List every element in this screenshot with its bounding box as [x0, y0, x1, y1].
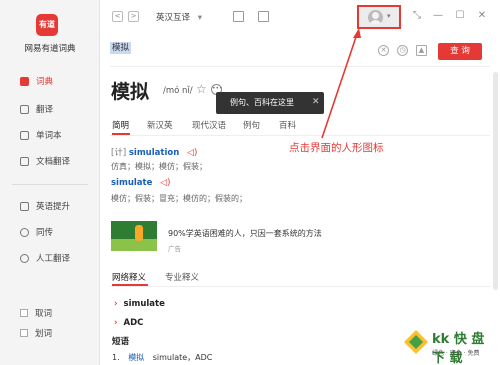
ad-text[interactable]: 90%学英语困难的人，只因一套系统的方法	[168, 228, 322, 239]
list-item-label: ADC	[123, 318, 144, 328]
list-item-label: simulate	[123, 299, 165, 309]
phrases-heading: 短语	[112, 337, 130, 347]
ad-label: 广告	[168, 245, 181, 253]
watermark: kk 快 盘 下 载 绿色 · 安全 · 免费	[402, 324, 498, 365]
annotation-arrow	[321, 28, 361, 139]
watermark-brand: kk 快 盘 下 载	[432, 332, 485, 365]
tab-professional-definitions[interactable]: 专业释义	[165, 271, 199, 283]
list-item[interactable]: › ADC	[114, 318, 143, 328]
chevron-right-icon: ›	[114, 318, 118, 328]
annotation-text: 点击界面的人形图标	[289, 142, 384, 154]
phrase-index: 1.	[112, 353, 120, 362]
ad-image[interactable]	[111, 221, 157, 251]
phrase-link[interactable]: 模拟	[128, 353, 144, 362]
divider	[110, 286, 490, 287]
tab-web-definitions[interactable]: 网络释义	[112, 271, 146, 283]
list-item[interactable]: › simulate	[114, 299, 165, 309]
chevron-right-icon: ›	[114, 299, 118, 309]
phrase-translation: simulate，ADC	[152, 353, 213, 362]
phrase-row: 1. 模拟 simulate，ADC	[112, 352, 212, 363]
watermark-logo-icon	[404, 330, 428, 354]
scrollbar[interactable]	[493, 72, 498, 290]
watermark-tagline: 绿色 · 安全 · 免费	[432, 350, 480, 357]
